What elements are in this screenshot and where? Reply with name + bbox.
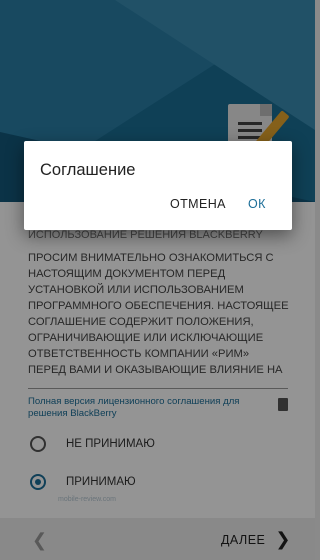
agreement-dialog: Соглашение ОТМЕНА ОК (24, 141, 292, 230)
dialog-scrim[interactable] (0, 0, 315, 560)
dialog-title: Соглашение (40, 161, 136, 179)
ok-button[interactable]: ОК (248, 197, 266, 211)
cancel-button[interactable]: ОТМЕНА (170, 197, 226, 211)
